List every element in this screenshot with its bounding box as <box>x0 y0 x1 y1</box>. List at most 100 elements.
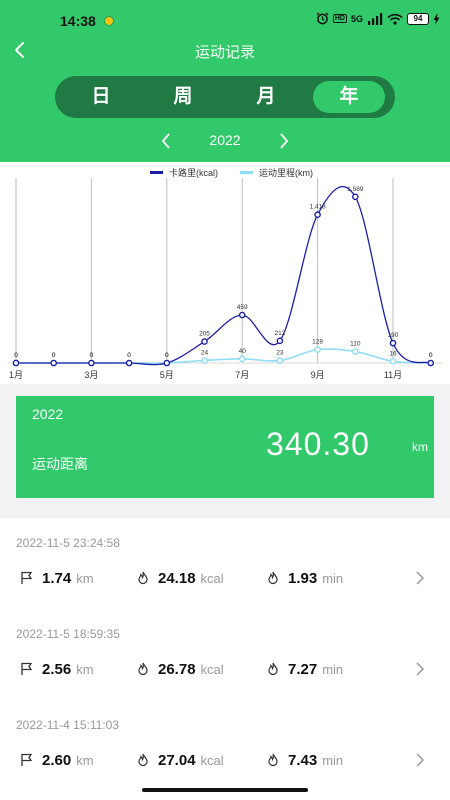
calories-data-label: 0 <box>165 352 169 359</box>
tab-year[interactable]: 年 <box>313 81 385 113</box>
flame-icon <box>268 662 278 676</box>
distance-unit: km <box>76 752 94 768</box>
status-icons: HD 5G 94 <box>316 12 440 25</box>
calories-data-point <box>201 338 208 345</box>
duration-value: 7.27 <box>288 660 318 678</box>
record-duration: 7.27 min <box>266 657 343 681</box>
duration-value: 7.43 <box>288 751 318 769</box>
calories-data-label: 205 <box>199 331 210 338</box>
calories-data-point <box>125 359 133 367</box>
x-tick-label: 11月 <box>384 370 402 380</box>
record-row[interactable]: 2.60 km 27.04 kcal 7.43 min <box>0 748 450 772</box>
hd-icon: HD <box>332 14 347 23</box>
record-datetime: 2022-11-4 15:11:03 <box>16 718 119 732</box>
calories-value: 24.18 <box>158 569 196 587</box>
distance-data-label: 23 <box>276 350 284 357</box>
flag-icon <box>21 753 33 766</box>
x-tick-label: 1月 <box>9 370 23 380</box>
battery-icon: 94 <box>407 12 429 25</box>
record-calories: 26.78 kcal <box>136 657 224 681</box>
record-distance: 2.60 km <box>20 748 94 772</box>
distance-data-point <box>201 357 208 364</box>
calories-data-label: 0 <box>429 352 433 359</box>
distance-unit: km <box>76 661 94 677</box>
chevron-right-icon[interactable] <box>412 751 428 769</box>
calories-data-point <box>389 339 397 347</box>
calories-data-point <box>351 193 359 201</box>
status-bar: 14:38 HD 5G 94 <box>0 0 450 40</box>
calories-data-point <box>163 359 171 367</box>
calories-data-label: 212 <box>274 330 285 337</box>
record-list: 2022-11-5 23:24:58 1.74 km 24.18 kcal 1.… <box>0 518 450 800</box>
distance-series-line <box>16 348 431 364</box>
signal-icon <box>368 12 383 25</box>
calories-unit: kcal <box>200 752 224 768</box>
x-tick-label: 7月 <box>235 370 249 380</box>
notification-icon <box>104 16 114 26</box>
calories-data-label: 0 <box>127 352 131 359</box>
distance-data-label: 110 <box>350 340 361 347</box>
line-chart: 卡路里(kcal) 运动里程(km) 0 0 0 0 0 24 40 23128 11016 00 0… <box>8 167 442 380</box>
calories-data-point <box>238 311 246 319</box>
duration-value: 1.93 <box>288 569 318 587</box>
chevron-right-icon[interactable] <box>412 660 428 678</box>
tab-week[interactable]: 周 <box>147 81 219 113</box>
nav-header: 运动记录 <box>0 36 450 66</box>
tab-day[interactable]: 日 <box>65 81 137 113</box>
year-label: 2022 <box>209 132 241 148</box>
distance-data-label: 16 <box>389 350 397 357</box>
flame-icon <box>268 753 278 767</box>
record-calories: 24.18 kcal <box>136 566 224 590</box>
tab-month[interactable]: 月 <box>230 81 302 113</box>
distance-data-point <box>276 357 284 364</box>
summary-distance-unit: km <box>412 440 428 454</box>
legend-label: 卡路里(kcal) <box>169 167 218 178</box>
record-distance: 2.56 km <box>20 657 94 681</box>
record-calories: 27.04 kcal <box>136 748 224 772</box>
period-segmented-control: 日 周 月 年 <box>55 76 395 118</box>
calories-data-label: 1,589 <box>347 186 364 193</box>
page-title: 运动记录 <box>194 44 255 61</box>
x-tick-label: 9月 <box>311 370 325 380</box>
record-duration: 7.43 min <box>266 748 343 772</box>
calories-series-line <box>16 185 432 366</box>
distance-data-point <box>351 348 359 355</box>
header-area: 14:38 HD 5G 94 运动记录 日 周 月 年 2022 <box>0 0 450 162</box>
duration-unit: min <box>322 661 344 677</box>
duration-unit: min <box>322 752 344 768</box>
record-row[interactable]: 1.74 km 24.18 kcal 1.93 min <box>0 566 450 590</box>
chevron-right-icon[interactable] <box>412 569 428 587</box>
yearly-chart: 卡路里(kcal) 运动里程(km) 0 0 0 0 0 24 40 23 128 110 16 0 0 0… <box>0 162 450 384</box>
record-row[interactable]: 2.56 km 26.78 kcal 7.27 min <box>0 657 450 681</box>
calories-data-point <box>50 359 58 367</box>
calories-value: 26.78 <box>158 660 196 678</box>
distance-value: 2.56 <box>42 660 72 678</box>
distance-data-point <box>314 346 321 353</box>
summary-label: 运动距离 <box>32 456 88 472</box>
x-tick-label: 3月 <box>84 370 98 380</box>
calories-unit: kcal <box>200 570 224 586</box>
calories-data-point <box>276 337 284 345</box>
calories-data-point <box>427 359 435 367</box>
summary-card: 2022 运动距离 340.30 km <box>16 396 434 498</box>
distance-unit: km <box>76 570 94 586</box>
distance-value: 1.74 <box>42 569 72 587</box>
calories-data-point <box>88 359 95 367</box>
calories-data-label: 190 <box>388 332 399 339</box>
calories-data-point <box>314 211 321 219</box>
distance-data-label: 24 <box>201 349 209 356</box>
legend-swatch <box>240 171 253 174</box>
calories-unit: kcal <box>200 661 224 677</box>
home-indicator[interactable] <box>142 788 308 792</box>
legend-swatch <box>150 171 163 174</box>
next-year-chevron-icon[interactable] <box>274 131 294 151</box>
record-datetime: 2022-11-5 23:24:58 <box>16 536 120 550</box>
calories-data-label: 1,418 <box>309 204 326 211</box>
flame-icon <box>138 753 148 767</box>
distance-data-label: 128 <box>312 339 323 346</box>
status-time: 14:38 <box>60 13 96 29</box>
distance-data-label: 40 <box>239 348 247 355</box>
calories-data-label: 0 <box>14 352 18 359</box>
legend-label: 运动里程(km) <box>259 168 313 178</box>
calories-data-label: 0 <box>52 352 56 359</box>
